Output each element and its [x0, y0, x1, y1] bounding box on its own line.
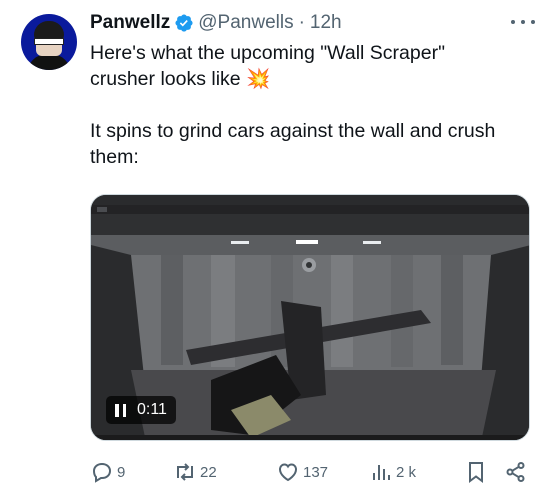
- tweet-text-line: crusher looks like 💥: [90, 68, 271, 90]
- action-bar: 9 22 137 2 k: [90, 458, 532, 486]
- tweet-text-line: It spins to grind cars against the wall …: [90, 120, 496, 142]
- avatar-shirt: [27, 54, 71, 70]
- tweet-text: Here's what the upcoming "Wall Scraper" …: [90, 40, 535, 170]
- views-count: 2 k: [396, 463, 417, 481]
- timestamp[interactable]: 12h: [310, 12, 342, 34]
- avatar-censor-bar: [34, 38, 64, 45]
- bookmark-button[interactable]: [464, 458, 488, 486]
- repost-count: 22: [200, 463, 217, 481]
- pause-icon[interactable]: [115, 403, 126, 417]
- views-icon: [373, 465, 390, 480]
- tweet-text-line: them:: [90, 146, 139, 168]
- reply-button[interactable]: 9: [90, 458, 125, 486]
- author-handle[interactable]: @Panwells: [198, 12, 293, 34]
- tweet-header: Panwellz @Panwells · 12h: [90, 11, 342, 35]
- reply-count: 9: [117, 463, 126, 481]
- repost-button[interactable]: 22: [173, 458, 217, 486]
- video-controls[interactable]: 0:11: [106, 396, 176, 424]
- share-icon: [506, 462, 525, 482]
- video-duration: 0:11: [137, 401, 167, 418]
- share-button[interactable]: [504, 458, 528, 486]
- reply-icon: [92, 462, 112, 483]
- tweet-text-line: Here's what the upcoming "Wall Scraper": [90, 42, 445, 64]
- video-player[interactable]: 0:11: [90, 194, 530, 441]
- separator-dot: ·: [298, 12, 305, 33]
- like-count: 137: [303, 463, 329, 481]
- bookmark-icon: [469, 462, 483, 483]
- verified-badge-icon: [175, 14, 193, 32]
- repost-icon: [177, 463, 193, 481]
- like-icon: [278, 463, 298, 482]
- avatar[interactable]: [21, 14, 77, 70]
- views-button[interactable]: 2 k: [369, 458, 416, 486]
- like-button[interactable]: 137: [276, 458, 328, 486]
- more-icon[interactable]: [511, 12, 535, 32]
- author-name[interactable]: Panwellz: [90, 12, 170, 34]
